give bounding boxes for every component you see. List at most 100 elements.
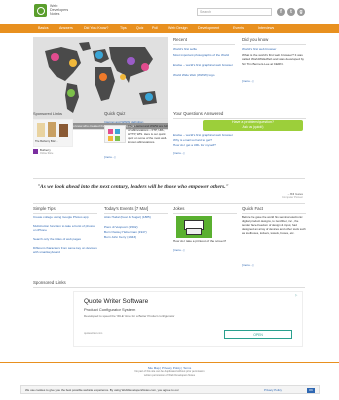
question-link-3[interactable]: How do I get a URL for myself?	[173, 143, 216, 147]
questions-more[interactable]: [more...]	[173, 151, 184, 155]
world-map-graphic	[33, 37, 168, 130]
cookie-bar: We use cookies to give you the best poss…	[20, 385, 320, 394]
quote-source: Computer Pioneer	[281, 196, 303, 199]
jokes-more[interactable]: [more...]	[173, 248, 184, 252]
sponsored-store: Online Store	[40, 152, 54, 155]
site-logo[interactable]	[34, 4, 47, 17]
nav-quiz[interactable]: Quiz	[136, 26, 143, 30]
footer: Site Map | Privacy Policy | Terms No par…	[0, 366, 339, 377]
quiz-image-block-1	[108, 129, 113, 134]
quiz-image-block-4	[115, 136, 120, 141]
brand-logo-icon	[33, 149, 38, 154]
tips-title: Simple Tips	[33, 206, 56, 211]
tip-link-1[interactable]: Create college using Google Photos app	[33, 215, 97, 219]
quiz-image-block-3	[108, 136, 113, 141]
quiz-image	[104, 125, 126, 143]
nav-poll[interactable]: Poll	[152, 26, 158, 30]
cookie-privacy-link[interactable]: Privacy Policy	[264, 388, 282, 392]
events-panel: Today's Events [7 Mar] Alois Hudal (Fear…	[104, 206, 168, 239]
ad-choices-icon[interactable]: ▷	[295, 293, 300, 297]
quick-quiz-panel: Quick Quiz Internet and WWW definition T…	[104, 111, 168, 159]
quick-fact-text: Before he gave the world his seminal ele…	[242, 215, 306, 235]
quick-quiz-more[interactable]: [more...]	[104, 155, 115, 159]
recent-link-1[interactable]: World's first selfie	[173, 47, 235, 51]
site-name[interactable]: Web Developers Notes	[50, 4, 90, 17]
nav-did-you-know[interactable]: Did You Know?	[84, 26, 108, 30]
quick-quiz-divider	[104, 118, 168, 119]
event-item-1[interactable]: Alois Hudal (Fear & Sugar) (1885)	[104, 215, 168, 219]
did-you-know-divider	[242, 44, 306, 45]
tips-divider	[33, 213, 97, 214]
sponsored-ad[interactable]: The Burberry B12...	[33, 119, 73, 147]
bottom-ad[interactable]: Quote Writer Software Product Configurat…	[73, 291, 303, 347]
bottom-sponsored-divider	[33, 287, 305, 288]
quick-fact-more[interactable]: [more...]	[242, 263, 253, 267]
sponsored-product: The Burberry B12...	[35, 140, 58, 143]
jokes-divider	[173, 213, 237, 214]
joke-image	[176, 216, 212, 238]
event-item-3[interactable]: Born Owsley Heberman (1947)	[104, 230, 168, 234]
nav-events[interactable]: Events	[233, 26, 244, 30]
questions-panel: Your Questions Answered Have a problem/q…	[173, 111, 306, 155]
did-you-know-title: Did you know	[242, 37, 269, 42]
nav-interviews[interactable]: Interviews	[258, 26, 274, 30]
nav-development[interactable]: Development	[198, 26, 219, 30]
header: Web Developers Notes Search f t g	[0, 0, 339, 24]
tips-panel: Simple Tips Create college using Google …	[33, 206, 97, 254]
ask-question-banner[interactable]: Have a problem/question? Ask us (quick!)	[203, 120, 303, 131]
footer-rule	[0, 362, 339, 363]
quote-divider-top	[33, 178, 305, 179]
events-title: Today's Events [7 Mar]	[104, 206, 149, 211]
event-item-4[interactable]: Born John Kerry (1943)	[104, 235, 168, 239]
facebook-icon[interactable]: f	[277, 8, 285, 16]
tip-link-3[interactable]: Search only the titles of web pages	[33, 237, 97, 241]
recent-link-4[interactable]: World Wide Web (WWW) logo	[173, 73, 235, 77]
ad-open-button[interactable]: OPEN	[224, 330, 292, 339]
questions-title: Your Questions Answered	[173, 111, 224, 116]
did-you-know-text: What is the world's first web browser? I…	[242, 53, 304, 66]
quick-fact-divider	[242, 213, 306, 214]
quote-text: "As we look ahead into the next century,…	[37, 184, 229, 190]
bottom-sponsored-panel: Sponsored Links Quote Writer Software Pr…	[33, 280, 305, 347]
did-you-know-panel: Did you know World's first web browser W…	[242, 37, 306, 83]
ad-headline[interactable]: Quote Writer Software	[84, 298, 148, 305]
quick-fact-panel: Quick Fact Before he gave the world his …	[242, 206, 306, 267]
tip-link-4[interactable]: Different characters from same key on de…	[33, 246, 97, 255]
question-link-1[interactable]: Erwise – world's first graphical web bro…	[173, 133, 233, 137]
nav-answers[interactable]: Answers	[59, 26, 73, 30]
twitter-icon[interactable]: t	[287, 8, 295, 16]
quick-quiz-text: The Internet and WWW are full of abbrevi…	[128, 124, 168, 144]
site-name-line3: Notes	[50, 12, 60, 17]
recent-link-3[interactable]: Erwise – world's first graphical web bro…	[173, 63, 235, 67]
world-map-image[interactable]	[33, 37, 168, 130]
sponsored-title: Sponsored Links	[33, 111, 62, 116]
banner-line2: Ask us (quick!)	[242, 125, 264, 129]
google-icon[interactable]: g	[297, 8, 305, 16]
product-image	[37, 122, 68, 137]
event-item-2[interactable]: Piero di Vespucci (1502)	[104, 225, 168, 229]
recent-link-2[interactable]: Most important photographs of the World	[173, 53, 235, 57]
questions-divider	[173, 118, 306, 119]
tip-link-2[interactable]: Multi-button function to take a burst of…	[33, 224, 97, 233]
recent-title: Recent	[173, 37, 187, 42]
events-divider	[104, 213, 168, 214]
did-you-know-more[interactable]: [more...]	[242, 79, 253, 83]
joke-text: How do I take a printout of the screen?	[173, 239, 227, 243]
footer-line3: written permission of Web Developers Not…	[143, 373, 196, 377]
search-input[interactable]: Search	[197, 8, 272, 16]
sponsored-panel: Sponsored Links The Burberry B12... Burb…	[33, 111, 73, 155]
main-nav: Basics Answers Did You Know? Tips Quiz P…	[0, 24, 339, 33]
jokes-title: Jokes	[173, 206, 185, 211]
cookie-ok-button[interactable]: OK	[307, 387, 315, 393]
quote-divider-bottom	[33, 203, 305, 204]
nav-tips[interactable]: Tips	[120, 26, 127, 30]
cookie-text: We use cookies to give you the best poss…	[25, 388, 179, 392]
printer-paper-icon	[186, 228, 202, 235]
quick-quiz-title: Quick Quiz	[104, 111, 126, 116]
bottom-sponsored-title: Sponsored Links	[33, 280, 66, 285]
did-you-know-link[interactable]: World's first web browser	[242, 47, 276, 51]
nav-web-design[interactable]: Web Design	[168, 26, 188, 30]
nav-basics[interactable]: Basics	[38, 26, 49, 30]
jokes-panel: Jokes How do I take a printout of the sc…	[173, 206, 237, 252]
question-link-2[interactable]: Why is email so hard to get?	[173, 138, 212, 142]
